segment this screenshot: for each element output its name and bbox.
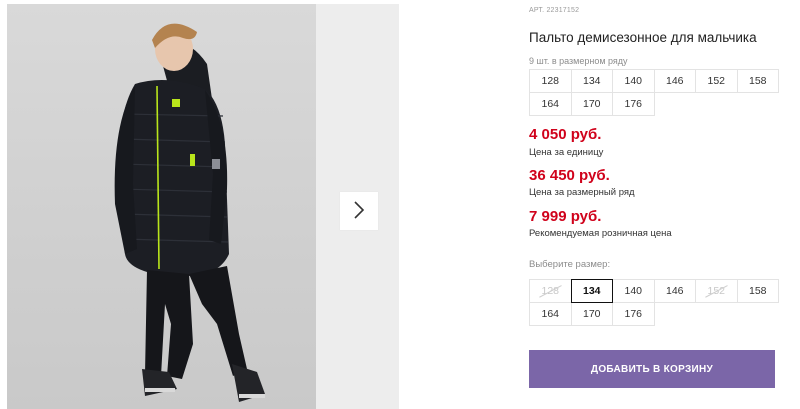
sku-value: 22317152	[546, 7, 580, 14]
pack-size-cell: 128	[529, 69, 572, 93]
pack-size-cell: 140	[612, 69, 655, 93]
unit-price-note: Цена за единицу	[529, 147, 604, 158]
pack-size-cell: 164	[529, 92, 572, 116]
boy-in-coat-illustration	[114, 23, 265, 402]
pack-caption: 9 шт. в размерном ряду	[529, 56, 628, 66]
gallery-next-button[interactable]	[340, 192, 378, 230]
size-option-176[interactable]: 176	[612, 302, 655, 326]
pack-size-cell: 176	[612, 92, 655, 116]
product-image[interactable]	[7, 4, 316, 409]
size-option-140[interactable]: 140	[612, 279, 655, 303]
add-to-cart-button[interactable]: ДОБАВИТЬ В КОРЗИНУ	[529, 350, 775, 388]
sku-label: АРТ.	[529, 7, 545, 14]
pack-size-cell: 152	[695, 69, 738, 93]
size-select-grid: 128 134 140 146 152 158 164 170 176	[529, 279, 779, 326]
retail-price-note: Рекомендуемая розничная цена	[529, 228, 672, 239]
retail-price: 7 999 руб.	[529, 208, 602, 225]
size-option-146[interactable]: 146	[653, 279, 696, 303]
size-option-164[interactable]: 164	[529, 302, 572, 326]
pack-size-cell: 146	[653, 69, 696, 93]
pack-size-grid: 128 134 140 146 152 158 164 170 176	[529, 69, 779, 116]
pack-size-cell: 134	[570, 69, 613, 93]
product-sku: АРТ. 22317152	[529, 7, 579, 14]
size-option-158[interactable]: 158	[736, 279, 779, 303]
pack-size-cell: 170	[570, 92, 613, 116]
size-option-134[interactable]: 134	[570, 279, 613, 303]
pack-price-note: Цена за размерный ряд	[529, 187, 635, 198]
size-select-caption: Выберите размер:	[529, 259, 611, 270]
size-option-128: 128	[529, 279, 572, 303]
unit-price: 4 050 руб.	[529, 126, 602, 143]
chevron-right-icon	[353, 200, 365, 222]
size-option-170[interactable]: 170	[570, 302, 613, 326]
product-title: Пальто демисезонное для мальчика	[529, 30, 757, 45]
size-option-152: 152	[695, 279, 738, 303]
pack-size-cell: 158	[736, 69, 779, 93]
pack-price: 36 450 руб.	[529, 167, 610, 184]
